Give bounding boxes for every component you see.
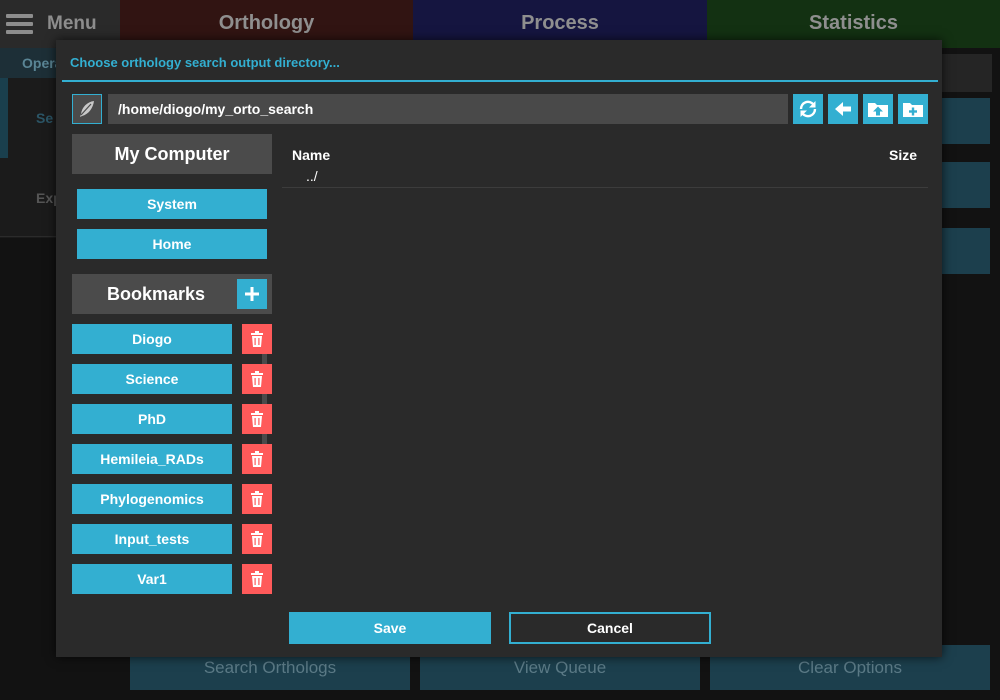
save-button[interactable]: Save (289, 612, 491, 644)
new-folder-icon (903, 103, 923, 117)
plus-icon (245, 287, 259, 301)
back-button[interactable] (828, 94, 858, 124)
delete-bookmark-button[interactable] (242, 404, 272, 434)
bookmark-button[interactable]: Input_tests (72, 524, 232, 554)
bookmark-button[interactable]: Phylogenomics (72, 484, 232, 514)
bookmark-row: Var1 (72, 564, 272, 594)
refresh-button[interactable] (793, 94, 823, 124)
trash-icon (251, 331, 263, 347)
path-input[interactable]: /home/diogo/my_orto_search (108, 94, 788, 124)
bookmark-button[interactable]: Hemileia_RADs (72, 444, 232, 474)
refresh-icon (799, 100, 817, 118)
cancel-button[interactable]: Cancel (509, 612, 711, 644)
trash-icon (251, 571, 263, 587)
right-side-button[interactable] (942, 228, 990, 274)
delete-bookmark-button[interactable] (242, 324, 272, 354)
place-system-button[interactable]: System (77, 189, 267, 219)
new-folder-button[interactable] (898, 94, 928, 124)
bookmarks-label: Bookmarks (107, 283, 206, 304)
right-dark-panel (942, 54, 992, 92)
delete-bookmark-button[interactable] (242, 484, 272, 514)
trash-icon (251, 531, 263, 547)
delete-bookmark-button[interactable] (242, 364, 272, 394)
parent-folder-button[interactable] (863, 94, 893, 124)
my-computer-header: My Computer (72, 134, 272, 174)
bookmarks-header: Bookmarks (72, 274, 272, 314)
delete-bookmark-button[interactable] (242, 524, 272, 554)
column-header-size[interactable]: Size (889, 147, 917, 163)
right-side-button[interactable] (942, 162, 990, 208)
bookmark-row: Hemileia_RADs (72, 444, 272, 474)
add-bookmark-button[interactable] (237, 279, 267, 309)
trash-icon (251, 451, 263, 467)
bookmark-row: Diogo (72, 324, 272, 354)
right-side-button[interactable] (942, 98, 990, 144)
bookmark-row: PhD (72, 404, 272, 434)
bookmark-row: Science (72, 364, 272, 394)
bookmark-row: Phylogenomics (72, 484, 272, 514)
place-home-button[interactable]: Home (77, 229, 267, 259)
file-list-divider (282, 187, 928, 188)
directory-chooser-dialog: Choose orthology search output directory… (56, 40, 942, 657)
trash-icon (251, 491, 263, 507)
bookmark-button[interactable]: Science (72, 364, 232, 394)
dialog-title: Choose orthology search output directory… (70, 55, 340, 70)
column-header-name[interactable]: Name (292, 147, 330, 163)
delete-bookmark-button[interactable] (242, 564, 272, 594)
menu-label: Menu (47, 13, 97, 34)
trash-icon (251, 371, 263, 387)
file-list-row-parent[interactable]: ../ (306, 168, 318, 184)
bookmark-button[interactable]: Diogo (72, 324, 232, 354)
path-edit-button[interactable] (72, 94, 102, 124)
bookmark-row: Input_tests (72, 524, 272, 554)
title-underline (62, 80, 938, 82)
feather-icon (80, 101, 94, 117)
side-item-selected[interactable]: Se (36, 110, 53, 126)
back-arrow-icon (835, 102, 851, 116)
bookmark-button[interactable]: Var1 (72, 564, 232, 594)
hamburger-icon (6, 14, 33, 34)
trash-icon (251, 411, 263, 427)
delete-bookmark-button[interactable] (242, 444, 272, 474)
selected-item-indicator (0, 78, 8, 158)
folder-up-icon (868, 103, 888, 117)
bookmark-button[interactable]: PhD (72, 404, 232, 434)
